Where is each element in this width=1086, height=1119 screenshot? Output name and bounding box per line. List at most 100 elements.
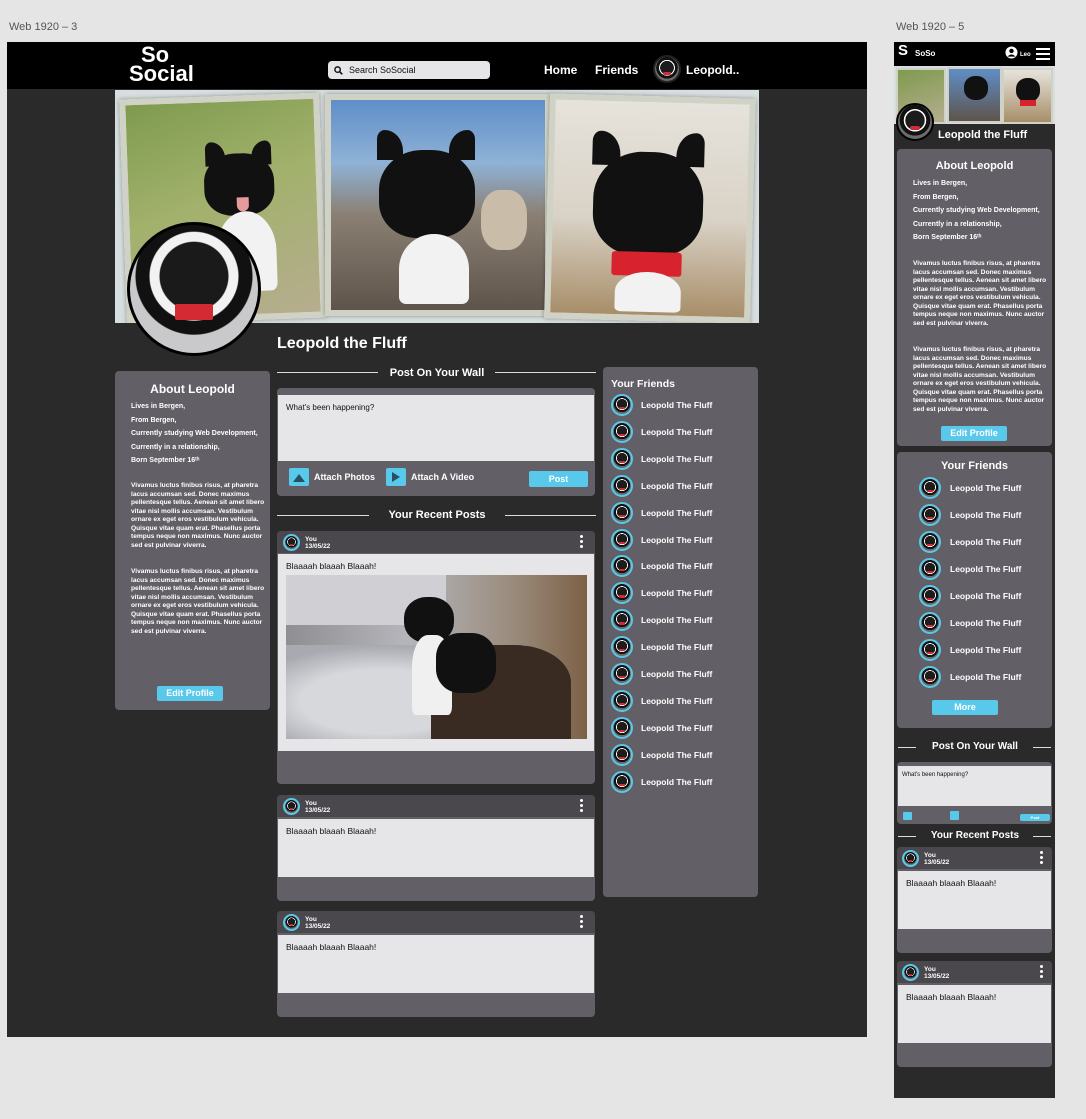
friend-avatar[interactable] — [611, 609, 633, 632]
post-author-avatar[interactable] — [283, 798, 300, 815]
nav-home-link[interactable]: Home — [544, 63, 577, 77]
video-icon[interactable] — [950, 811, 959, 820]
friend-name[interactable]: Leopold The Fluff — [641, 669, 712, 679]
friend-list-item[interactable]: Leopold The Fluff — [611, 555, 712, 578]
friend-avatar[interactable] — [919, 612, 941, 634]
friend-name[interactable]: Leopold The Fluff — [950, 618, 1021, 628]
sosocial-logo[interactable]: So Social — [129, 44, 199, 84]
edit-profile-button[interactable]: Edit Profile — [157, 686, 223, 701]
friend-name[interactable]: Leopold The Fluff — [950, 564, 1021, 574]
friend-name[interactable]: Leopold The Fluff — [641, 588, 712, 598]
friend-avatar[interactable] — [919, 477, 941, 499]
more-options-icon[interactable] — [1040, 965, 1043, 980]
friend-list-item[interactable]: Leopold The Fluff — [611, 716, 712, 739]
friend-name[interactable]: Leopold The Fluff — [950, 645, 1021, 655]
friend-name[interactable]: Leopold The Fluff — [641, 696, 712, 706]
post-author-avatar[interactable] — [902, 850, 919, 867]
friend-list-item[interactable]: Leopold The Fluff — [611, 770, 712, 793]
friend-avatar[interactable] — [919, 531, 941, 553]
friend-name[interactable]: Leopold The Fluff — [641, 481, 712, 491]
profile-avatar[interactable] — [127, 222, 261, 356]
friend-list-item[interactable]: Leopold The Fluff — [611, 743, 712, 766]
friend-avatar[interactable] — [611, 394, 633, 416]
friend-name[interactable]: Leopold The Fluff — [641, 561, 712, 571]
mobile-post-textarea[interactable]: What's been happening? — [898, 766, 1051, 806]
attach-video-button[interactable]: Attach A Video — [386, 468, 474, 486]
friend-list-item[interactable]: Leopold The Fluff — [611, 501, 712, 524]
friend-avatar[interactable] — [919, 666, 941, 688]
nav-friends-link[interactable]: Friends — [595, 63, 638, 77]
friend-name[interactable]: Leopold The Fluff — [950, 537, 1021, 547]
friend-avatar[interactable] — [611, 770, 633, 793]
friend-list-item[interactable]: Leopold The Fluff — [919, 477, 1021, 499]
friend-avatar[interactable] — [611, 663, 633, 685]
post-button[interactable]: Post — [529, 471, 588, 487]
friend-list-item[interactable]: Leopold The Fluff — [611, 394, 712, 416]
nav-avatar[interactable] — [653, 55, 681, 83]
friend-name[interactable]: Leopold The Fluff — [641, 615, 712, 625]
friend-avatar[interactable] — [611, 501, 633, 524]
user-icon[interactable] — [1005, 46, 1018, 59]
friend-list-item[interactable]: Leopold The Fluff — [611, 689, 712, 712]
friend-avatar[interactable] — [611, 447, 633, 470]
post-image[interactable] — [286, 575, 587, 739]
post-author-avatar[interactable] — [283, 534, 300, 551]
more-options-icon[interactable] — [1040, 851, 1043, 866]
friend-list-item[interactable]: Leopold The Fluff — [611, 663, 712, 685]
friend-list-item[interactable]: Leopold The Fluff — [611, 609, 712, 632]
friend-name[interactable]: Leopold The Fluff — [950, 591, 1021, 601]
post-author-avatar[interactable] — [902, 964, 919, 981]
friend-avatar[interactable] — [919, 504, 941, 526]
friend-list-item[interactable]: Leopold The Fluff — [919, 558, 1021, 580]
more-options-icon[interactable] — [580, 535, 583, 550]
friend-list-item[interactable]: Leopold The Fluff — [919, 585, 1021, 607]
friend-avatar[interactable] — [611, 743, 633, 766]
friend-name[interactable]: Leopold The Fluff — [950, 510, 1021, 520]
post-author-avatar[interactable] — [283, 914, 300, 931]
friend-avatar[interactable] — [611, 420, 633, 443]
friend-list-item[interactable]: Leopold The Fluff — [919, 612, 1021, 634]
mobile-edit-profile-button[interactable]: Edit Profile — [941, 426, 1007, 441]
friend-avatar[interactable] — [919, 585, 941, 607]
friend-list-item[interactable]: Leopold The Fluff — [611, 528, 712, 551]
friend-name[interactable]: Leopold The Fluff — [641, 750, 712, 760]
friend-avatar[interactable] — [611, 474, 633, 497]
friend-avatar[interactable] — [919, 639, 941, 661]
nav-profile-link[interactable]: Leopold.. — [686, 63, 739, 77]
friend-list-item[interactable]: Leopold The Fluff — [611, 474, 712, 497]
friend-list-item[interactable]: Leopold The Fluff — [919, 639, 1021, 661]
friend-avatar[interactable] — [919, 558, 941, 580]
friend-avatar[interactable] — [611, 636, 633, 659]
friend-list-item[interactable]: Leopold The Fluff — [919, 504, 1021, 526]
friend-name[interactable]: Leopold The Fluff — [641, 723, 712, 733]
friend-list-item[interactable]: Leopold The Fluff — [611, 420, 712, 443]
friend-name[interactable]: Leopold The Fluff — [641, 427, 712, 437]
friend-avatar[interactable] — [611, 528, 633, 551]
friend-list-item[interactable]: Leopold The Fluff — [919, 531, 1021, 553]
friend-name[interactable]: Leopold The Fluff — [950, 672, 1021, 682]
friend-avatar[interactable] — [611, 716, 633, 739]
friend-name[interactable]: Leopold The Fluff — [950, 483, 1021, 493]
more-options-icon[interactable] — [580, 799, 583, 814]
friend-list-item[interactable]: Leopold The Fluff — [611, 447, 712, 470]
attach-photos-button[interactable]: Attach Photos — [289, 468, 375, 486]
friend-avatar[interactable] — [611, 582, 633, 605]
mobile-logo-mark[interactable]: S — [898, 43, 908, 58]
friend-avatar[interactable] — [611, 555, 633, 578]
more-friends-button[interactable]: More — [932, 700, 998, 715]
post-textarea[interactable]: What's been happening? — [278, 395, 594, 461]
search-input[interactable]: Search SoSocial — [328, 61, 490, 79]
friend-list-item[interactable]: Leopold The Fluff — [919, 666, 1021, 688]
friend-name[interactable]: Leopold The Fluff — [641, 777, 712, 787]
photo-icon[interactable] — [903, 812, 912, 820]
more-options-icon[interactable] — [580, 915, 583, 930]
friend-name[interactable]: Leopold The Fluff — [641, 400, 712, 410]
mobile-profile-label[interactable]: Leo — [1020, 52, 1031, 58]
mobile-profile-avatar[interactable] — [896, 103, 934, 141]
mobile-post-button[interactable]: Post — [1020, 814, 1050, 821]
friend-name[interactable]: Leopold The Fluff — [641, 454, 712, 464]
friend-list-item[interactable]: Leopold The Fluff — [611, 636, 712, 659]
friend-name[interactable]: Leopold The Fluff — [641, 642, 712, 652]
friend-name[interactable]: Leopold The Fluff — [641, 508, 712, 518]
friend-list-item[interactable]: Leopold The Fluff — [611, 582, 712, 605]
